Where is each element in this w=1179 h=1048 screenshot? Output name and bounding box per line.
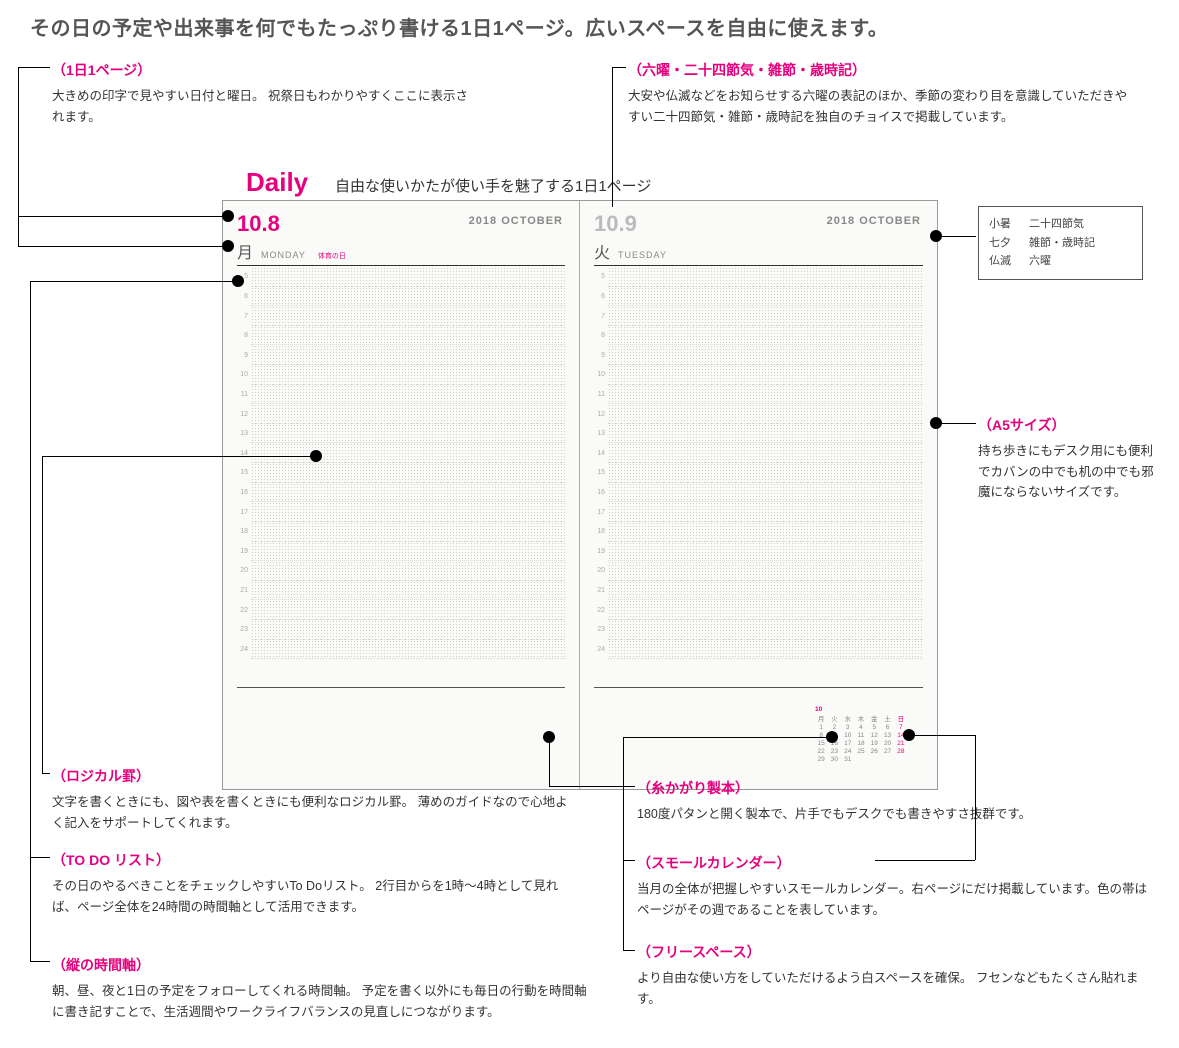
section-vtime: （縦の時間軸） 朝、昼、夜と1日の予定をフォローしてくれる時間軸。 予定を書く以… xyxy=(52,955,592,1022)
callout-dot xyxy=(930,230,942,242)
callout-line xyxy=(623,737,624,951)
section-todo: （TO DO リスト） その日のやるべきことをチェックしやすいTo Doリスト。… xyxy=(52,850,572,917)
callout-dot xyxy=(826,731,838,743)
diary-title: Daily xyxy=(246,167,308,198)
section-body: 大安や仏滅などをお知らせする六曜の表記のほか、季節の変わり目を意識していただきや… xyxy=(628,86,1138,127)
section-body: 180度パタンと開く製本で、片手でもデスクでも書きやすさ抜群です。 xyxy=(637,804,1157,825)
callout-dot xyxy=(222,210,234,222)
callout-line xyxy=(549,737,550,787)
callout-dot xyxy=(310,450,322,462)
hour-grid-right: 56789101112131415161718192021222324 xyxy=(594,267,923,679)
section-title: （糸かがり製本） xyxy=(637,778,1157,798)
callout-line xyxy=(623,950,635,951)
section-body: 持ち歩きにもデスク用にも便利でカバンの中でも机の中でも邪魔にならないサイズです。 xyxy=(978,441,1158,503)
diary-graphic: 10.8 2018 OCTOBER 月 MONDAY 体育の日 56789101… xyxy=(222,200,938,790)
callout-line xyxy=(18,246,226,247)
section-title: （TO DO リスト） xyxy=(52,850,572,870)
section-body: 大きめの印字で見やすい日付と曜日。 祝祭日もわかりやすくここに表示されます。 xyxy=(52,86,472,127)
callout-line xyxy=(42,456,43,774)
section-title: （フリースペース） xyxy=(637,942,1157,962)
section-body: より自由な使い方をしていただけるよう白スペースを確保。 フセンなどもたくさん貼れ… xyxy=(637,968,1157,1009)
callout-line xyxy=(18,67,50,68)
callout-line xyxy=(18,67,19,247)
dow-kanji-left: 月 xyxy=(237,239,253,263)
mini-cal-month: 10 xyxy=(815,706,907,713)
callout-dot xyxy=(232,275,244,287)
callout-dot xyxy=(543,731,555,743)
callout-line xyxy=(875,860,975,861)
section-body: 文字を書くときにも、図や表を書くときにも便利なロジカル罫。 薄めのガイドなので心… xyxy=(52,792,572,833)
dow-en-right: TUESDAY xyxy=(618,250,667,260)
section-a5: （A5サイズ） 持ち歩きにもデスク用にも便利でカバンの中でも机の中でも邪魔になら… xyxy=(978,415,1158,503)
callout-line xyxy=(975,735,976,860)
dow-kanji-right: 火 xyxy=(594,239,610,263)
month-left: 2018 OCTOBER xyxy=(469,215,563,227)
section-title: （縦の時間軸） xyxy=(52,955,592,975)
section-smallcal: （スモールカレンダー） 当月の全体が把握しやすいスモールカレンダー。右ページにだ… xyxy=(637,853,1157,920)
callout-line xyxy=(30,857,50,858)
callout-dot xyxy=(903,729,915,741)
callout-line xyxy=(909,735,975,736)
callout-line xyxy=(18,216,226,217)
section-title: （六曜・二十四節気・雑節・歳時記） xyxy=(628,60,1138,80)
section-body: 当月の全体が把握しやすいスモールカレンダー。右ページにだけ掲載しています。色の帯… xyxy=(637,879,1157,920)
section-title: （ロジカル罫） xyxy=(52,766,572,786)
freespace-left xyxy=(237,687,565,777)
callout-line xyxy=(30,281,236,282)
section-binding: （糸かがり製本） 180度パタンと開く製本で、片手でもデスクでも書きやすさ抜群で… xyxy=(637,778,1157,825)
callout-line xyxy=(30,961,50,962)
section-body: その日のやるべきことをチェックしやすいTo Doリスト。 2行目からを1時〜4時… xyxy=(52,876,572,917)
section-daypage: （1日1ページ） 大きめの印字で見やすい日付と曜日。 祝祭日もわかりやすくここに… xyxy=(52,60,472,127)
dow-en-left: MONDAY xyxy=(261,250,306,260)
section-rokuyo: （六曜・二十四節気・雑節・歳時記） 大安や仏滅などをお知らせする六曜の表記のほか… xyxy=(628,60,1138,127)
holiday-left: 体育の日 xyxy=(318,251,346,261)
callout-line xyxy=(938,423,976,424)
callout-dot xyxy=(222,240,234,252)
callout-line xyxy=(42,456,314,457)
callout-line xyxy=(623,860,635,861)
callout-line xyxy=(42,773,50,774)
freespace-right: 10 月火水木金土日123456789101112131415161718192… xyxy=(594,687,923,777)
callout-line xyxy=(30,281,31,961)
diary-left-page: 10.8 2018 OCTOBER 月 MONDAY 体育の日 56789101… xyxy=(223,201,580,789)
callout-line xyxy=(938,236,976,237)
page-headline: その日の予定や出来事を何でもたっぷり書ける1日1ページ。広いスペースを自由に使え… xyxy=(30,12,1159,41)
hour-grid-left: 56789101112131415161718192021222324 xyxy=(237,267,565,679)
callout-dot xyxy=(930,417,942,429)
section-freespace: （フリースペース） より自由な使い方をしていただけるよう白スペースを確保。 フセ… xyxy=(637,942,1157,1009)
section-title: （1日1ページ） xyxy=(52,60,472,80)
diary-subtitle: 自由な使いかたが使い手を魅了する1日1ページ xyxy=(335,175,651,196)
section-body: 朝、昼、夜と1日の予定をフォローしてくれる時間軸。 予定を書く以外にも毎日の行動… xyxy=(52,981,592,1022)
callout-line xyxy=(612,67,626,68)
diary-right-page: 10.9 2018 OCTOBER 火 TUESDAY 567891011121… xyxy=(580,201,937,789)
section-title: （スモールカレンダー） xyxy=(637,853,1157,873)
callout-line xyxy=(612,67,613,207)
callout-line xyxy=(623,737,830,738)
section-title: （A5サイズ） xyxy=(978,415,1158,435)
section-logical: （ロジカル罫） 文字を書くときにも、図や表を書くときにも便利なロジカル罫。 薄め… xyxy=(52,766,572,833)
month-right: 2018 OCTOBER xyxy=(827,215,921,227)
legend-box: 小暑二十四節気七夕雑節・歳時記仏滅六曜 xyxy=(978,206,1143,280)
